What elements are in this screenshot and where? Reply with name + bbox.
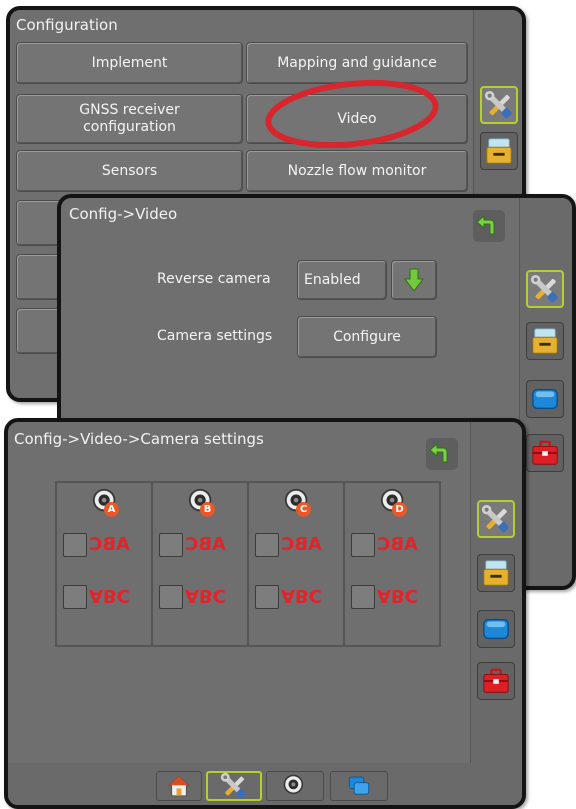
sensors-button[interactable]: Sensors — [16, 150, 243, 192]
reverse-camera-label: Reverse camera — [157, 271, 271, 287]
toolbox-icon — [481, 666, 511, 696]
toolbox-tab-button[interactable] — [526, 434, 564, 472]
sidebar — [519, 198, 572, 586]
flip-checkbox[interactable] — [255, 585, 279, 609]
mirror-checkbox[interactable] — [351, 533, 375, 557]
toolbox-icon — [530, 438, 560, 468]
tools-icon — [481, 504, 511, 534]
gnss-receiver-configuration-button[interactable]: GNSS receiver configuration — [16, 94, 243, 144]
tools-nav-button[interactable] — [206, 771, 262, 801]
toolbox-tab-button[interactable] — [477, 662, 515, 700]
home-button[interactable] — [156, 771, 202, 801]
flip-label: ABC — [281, 585, 322, 606]
camera-column-b: B ABC ABC — [152, 482, 248, 646]
apps-nav-button[interactable] — [330, 771, 388, 801]
display-icon — [481, 614, 511, 644]
mirror-label: ABC — [281, 534, 322, 555]
tools-icon — [220, 772, 248, 800]
console-tab-button[interactable] — [480, 132, 518, 170]
console-icon — [481, 558, 511, 588]
camera-badge: D — [392, 502, 407, 517]
camera-settings-label: Camera settings — [157, 328, 273, 344]
camera-badge: A — [104, 502, 119, 517]
display-tab-button[interactable] — [526, 380, 564, 418]
page-title: Config->Video->Camera settings — [14, 430, 264, 448]
nozzle-flow-monitor-button[interactable]: Nozzle flow monitor — [246, 150, 468, 192]
camera-icon — [282, 773, 308, 799]
mirror-checkbox[interactable] — [159, 533, 183, 557]
display-icon — [530, 384, 560, 414]
camera-badge: C — [296, 502, 311, 517]
camera-settings-screen: Config->Video->Camera settings A ABC ABC… — [4, 418, 526, 809]
tools-tab-button[interactable] — [480, 86, 518, 124]
console-tab-button[interactable] — [526, 322, 564, 360]
highlight-ellipse — [265, 79, 439, 149]
mirror-label: ABC — [89, 534, 130, 555]
sidebar — [470, 422, 522, 767]
camera-badge: B — [200, 502, 215, 517]
implement-button[interactable]: Implement — [16, 42, 243, 84]
green-down-arrow-icon — [404, 268, 424, 292]
camera-nav-button[interactable] — [266, 771, 324, 801]
flip-label: ABC — [185, 585, 226, 606]
configure-button[interactable]: Configure — [297, 316, 437, 358]
console-icon — [530, 326, 560, 356]
reverse-camera-value[interactable]: Enabled — [297, 260, 387, 300]
mirror-checkbox[interactable] — [255, 533, 279, 557]
flip-label: ABC — [377, 585, 418, 606]
tools-icon — [484, 90, 514, 120]
console-tab-button[interactable] — [477, 554, 515, 592]
flip-checkbox[interactable] — [351, 585, 375, 609]
tools-tab-button[interactable] — [477, 500, 515, 538]
mirror-label: ABC — [377, 534, 418, 555]
reverse-camera-dropdown-button[interactable] — [391, 260, 437, 300]
display-tab-button[interactable] — [477, 610, 515, 648]
tools-icon — [530, 274, 560, 304]
home-icon — [166, 773, 192, 799]
apps-icon — [346, 773, 372, 799]
back-button[interactable] — [426, 438, 458, 470]
page-title: Configuration — [16, 16, 118, 34]
tools-tab-button[interactable] — [526, 270, 564, 308]
flip-checkbox[interactable] — [63, 585, 87, 609]
mirror-checkbox[interactable] — [63, 533, 87, 557]
flip-label: ABC — [89, 585, 130, 606]
mirror-label: ABC — [185, 534, 226, 555]
flip-checkbox[interactable] — [159, 585, 183, 609]
bottom-nav-bar — [8, 763, 522, 805]
camera-column-d: D ABC ABC — [344, 482, 440, 646]
back-button[interactable] — [473, 210, 505, 242]
back-arrow-icon — [426, 438, 458, 470]
console-icon — [484, 136, 514, 166]
camera-grid: A ABC ABC B ABC ABC C ABC ABC D ABC ABC — [55, 481, 441, 647]
page-title: Config->Video — [69, 205, 178, 223]
camera-column-c: C ABC ABC — [248, 482, 344, 646]
camera-column-a: A ABC ABC — [56, 482, 152, 646]
back-arrow-icon — [473, 210, 505, 242]
